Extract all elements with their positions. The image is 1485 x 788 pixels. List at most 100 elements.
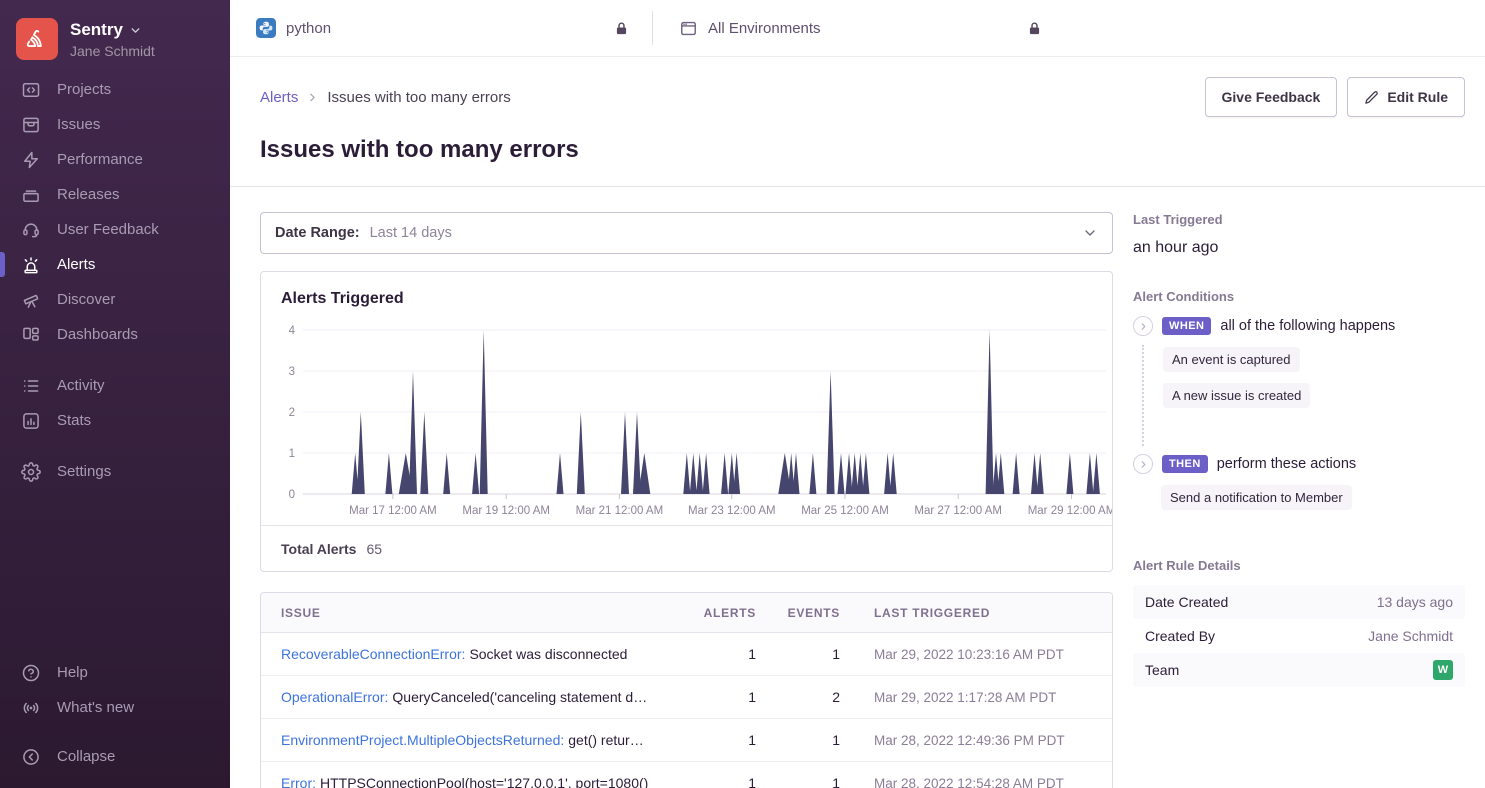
issue-link[interactable]: RecoverableConnectionError: (281, 646, 465, 662)
then-badge: THEN (1162, 455, 1208, 473)
give-feedback-button[interactable]: Give Feedback (1205, 77, 1338, 117)
project-lock-icon[interactable] (613, 20, 630, 37)
sidebar-item-stats[interactable]: Stats (0, 403, 230, 438)
issues-icon (20, 114, 42, 136)
table-row: OperationalError:QueryCanceled('cancelin… (261, 676, 1112, 719)
date-range-select[interactable]: Date Range: Last 14 days (260, 212, 1113, 254)
chart-title: Alerts Triggered (261, 272, 1112, 308)
user-name: Jane Schmidt (70, 43, 155, 59)
page-header: Alerts Issues with too many errors Give … (230, 57, 1485, 187)
chevron-right-icon (306, 91, 319, 104)
breadcrumb: Alerts Issues with too many errors (260, 89, 511, 106)
alerts-count: 1 (666, 775, 756, 788)
sidebar-item-dashboards[interactable]: Dashboards (0, 317, 230, 352)
main-column: Date Range: Last 14 days Alerts Triggere… (260, 212, 1113, 788)
project-selector[interactable]: python (256, 18, 652, 38)
table-row: RecoverableConnectionError:Socket was di… (261, 633, 1112, 676)
sidebar-item-discover[interactable]: Discover (0, 282, 230, 317)
detail-value: 13 days ago (1377, 594, 1453, 610)
total-alerts-value: 65 (366, 541, 382, 557)
column-alerts: ALERTS (666, 606, 756, 620)
detail-label: Date Created (1145, 594, 1228, 610)
sidebar-item-issues[interactable]: Issues (0, 107, 230, 142)
environment-lock-icon[interactable] (1026, 20, 1043, 37)
column-events: EVENTS (756, 606, 840, 620)
svg-text:Mar 19 12:00 AM: Mar 19 12:00 AM (462, 505, 550, 517)
stats-icon (20, 410, 42, 432)
condition-pill: A new issue is created (1163, 383, 1310, 408)
issues-table-body: RecoverableConnectionError:Socket was di… (261, 633, 1112, 788)
environment-selector[interactable]: All Environments (653, 19, 1065, 38)
sidebar-item-label: Discover (57, 291, 115, 308)
sidebar-spacer (0, 489, 230, 655)
detail-label: Created By (1145, 628, 1215, 644)
sidebar-item-user-feedback[interactable]: User Feedback (0, 212, 230, 247)
sidebar-item-projects[interactable]: Projects (0, 72, 230, 107)
sidebar-item-settings[interactable]: Settings (0, 454, 230, 489)
sidebar-item-performance[interactable]: Performance (0, 142, 230, 177)
details-sidebar: Last Triggered an hour ago Alert Conditi… (1133, 212, 1465, 788)
org-name: Sentry (70, 20, 123, 40)
detail-label: Team (1145, 662, 1179, 678)
when-condition-items: An event is capturedA new issue is creat… (1142, 345, 1465, 446)
expand-chevron-icon[interactable] (1133, 316, 1153, 336)
svg-text:Mar 27 12:00 AM: Mar 27 12:00 AM (914, 505, 1002, 517)
total-alerts-label: Total Alerts (281, 541, 356, 557)
breadcrumb-alerts-link[interactable]: Alerts (260, 89, 298, 106)
issue-description: get() retur… (568, 732, 643, 748)
sidebar-item-help[interactable]: Help (0, 655, 230, 690)
svg-text:Mar 17 12:00 AM: Mar 17 12:00 AM (349, 505, 437, 517)
last-triggered-date: Mar 28, 2022 12:54:28 AM PDT (840, 776, 1092, 788)
activity-icon (20, 375, 42, 397)
events-count: 1 (756, 775, 840, 788)
issue-link[interactable]: OperationalError: (281, 689, 388, 705)
edit-rule-button[interactable]: Edit Rule (1347, 77, 1465, 117)
sidebar-item-what-s-new[interactable]: What's new (0, 690, 230, 725)
svg-text:2: 2 (289, 407, 295, 419)
issue-cell: OperationalError:QueryCanceled('cancelin… (281, 689, 666, 705)
sidebar-item-label: Settings (57, 463, 111, 480)
expand-chevron-icon[interactable] (1133, 454, 1153, 474)
table-row: Error:HTTPSConnectionPool(host='127.0.0.… (261, 762, 1112, 788)
team-avatar-badge: W (1433, 660, 1453, 680)
edit-rule-label: Edit Rule (1387, 89, 1448, 105)
alerts-count: 1 (666, 732, 756, 748)
when-condition-group: WHEN all of the following happens An eve… (1133, 316, 1465, 446)
sidebar-item-label: Stats (57, 412, 91, 429)
svg-text:4: 4 (289, 325, 296, 337)
then-action-items: Send a notification to Member (1142, 483, 1465, 512)
sidebar-item-label: Releases (57, 186, 120, 203)
sidebar-item-alerts[interactable]: Alerts (0, 247, 230, 282)
svg-text:Mar 21 12:00 AM: Mar 21 12:00 AM (576, 505, 664, 517)
issue-description: QueryCanceled('canceling statement d… (392, 689, 647, 705)
project-name: python (286, 20, 331, 37)
org-switcher[interactable]: Sentry Jane Schmidt (0, 14, 230, 60)
date-range-value: Last 14 days (370, 225, 452, 241)
sentry-logo-icon (16, 18, 58, 60)
events-count: 1 (756, 732, 840, 748)
sidebar-item-label: Dashboards (57, 326, 138, 343)
releases-icon (20, 184, 42, 206)
issue-link[interactable]: EnvironmentProject.MultipleObjectsReturn… (281, 732, 564, 748)
sidebar-item-label: Projects (57, 81, 111, 98)
collapse-icon (20, 746, 42, 768)
alert-conditions-heading: Alert Conditions (1133, 289, 1465, 304)
sidebar-item-activity[interactable]: Activity (0, 368, 230, 403)
breadcrumb-current: Issues with too many errors (327, 89, 510, 106)
environment-name: All Environments (708, 20, 821, 37)
then-condition-group: THEN perform these actions Send a notifi… (1133, 454, 1465, 512)
issue-link[interactable]: Error: (281, 775, 316, 788)
pencil-icon (1364, 90, 1379, 105)
page-title: Issues with too many errors (260, 136, 1465, 164)
chart-footer: Total Alerts 65 (261, 525, 1112, 571)
sidebar: Sentry Jane Schmidt Projects IssuesPerfor… (0, 0, 230, 788)
action-pill: Send a notification to Member (1161, 485, 1352, 510)
svg-text:Mar 29 12:00 AM: Mar 29 12:00 AM (1028, 505, 1112, 517)
detail-row: Date Created 13 days ago (1133, 585, 1465, 619)
sidebar-item-releases[interactable]: Releases (0, 177, 230, 212)
alerts-chart-panel: Alerts Triggered 01234Mar 17 12:00 AMMar… (260, 271, 1113, 572)
sidebar-item-label: Collapse (57, 748, 115, 765)
help-icon (20, 662, 42, 684)
sidebar-collapse-button[interactable]: Collapse (0, 739, 230, 774)
when-badge: WHEN (1162, 317, 1211, 335)
